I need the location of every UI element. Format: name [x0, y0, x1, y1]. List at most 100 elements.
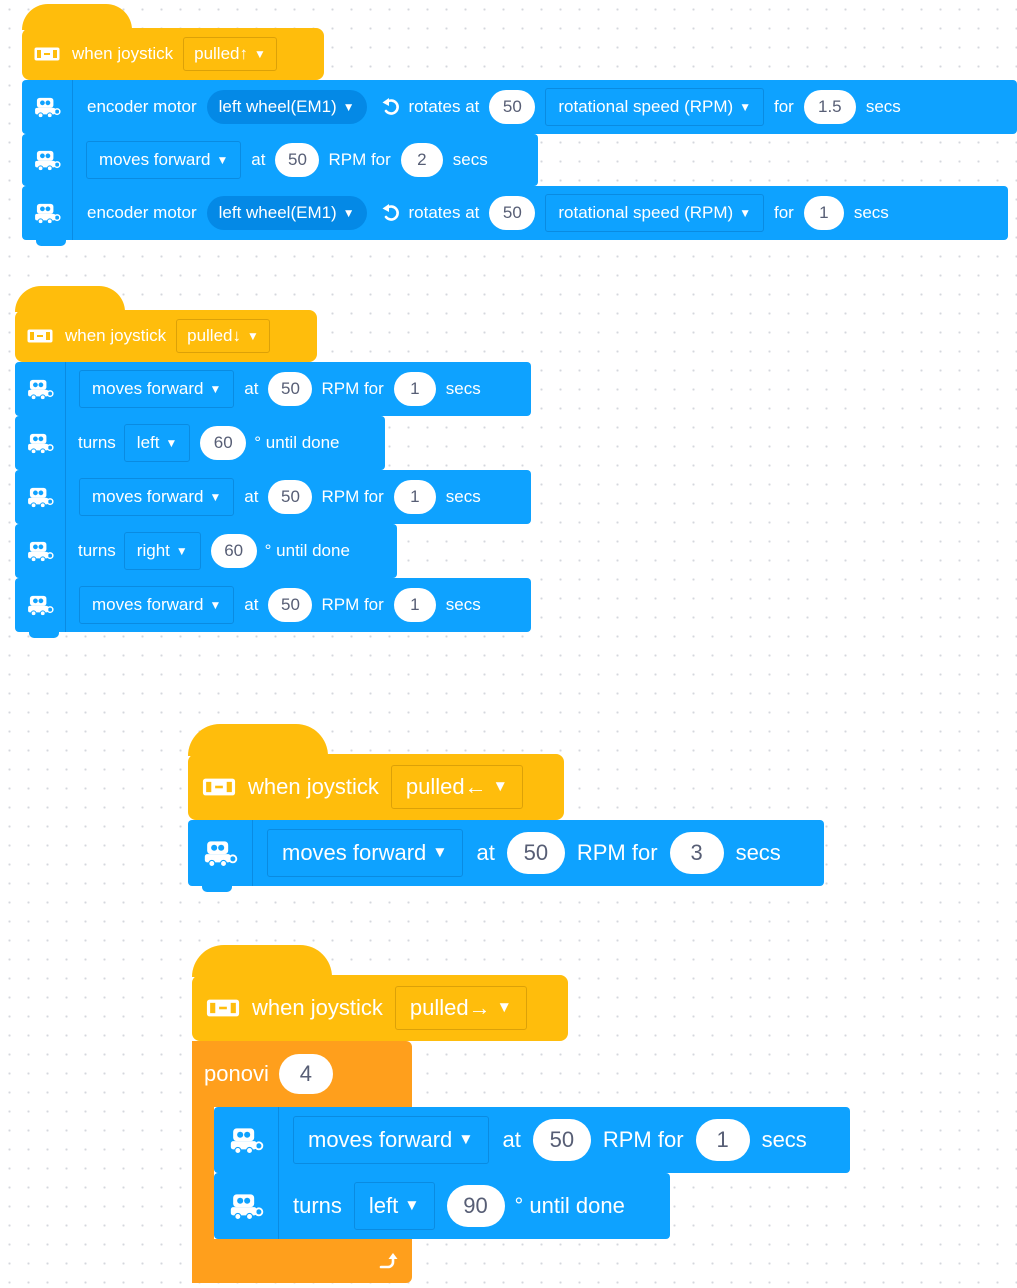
block-divider — [72, 134, 73, 186]
duration-input[interactable]: 1 — [393, 480, 436, 514]
joystick-icon — [27, 329, 53, 343]
rpm-for-label: RPM for — [321, 379, 384, 398]
motor-dropdown[interactable]: left wheel(EM1) ▼ — [206, 90, 367, 124]
chevron-down-icon: ▼ — [739, 100, 751, 114]
chevron-down-icon: ▼ — [253, 47, 266, 61]
move-direction-dropdown[interactable]: moves forward ▼ — [79, 370, 235, 408]
rpm-for-label: RPM for — [321, 487, 384, 506]
turns-label: turns — [293, 1193, 342, 1218]
chevron-down-icon: ▼ — [458, 1131, 474, 1148]
chevron-down-icon: ▼ — [209, 598, 222, 612]
duration-input[interactable]: 2 — [400, 143, 443, 177]
direction-dropdown[interactable]: pulled↑ ▼ — [183, 37, 277, 71]
speed-input[interactable]: 50 — [268, 480, 313, 514]
until-done-label: ° until done — [254, 433, 340, 452]
angle-input[interactable]: 90 — [446, 1185, 505, 1227]
move-forward-block[interactable]: moves forward ▼ at 50 RPM for 2 secs — [22, 134, 538, 192]
hat-block-joystick-down[interactable]: when joystick pulled↓ ▼ — [15, 286, 317, 362]
rpm-for-label: RPM for — [602, 1127, 684, 1152]
secs-label: secs — [445, 595, 481, 614]
move-direction-dropdown[interactable]: moves forward ▼ — [267, 829, 463, 877]
encoder-motor-label: encoder motor — [87, 203, 197, 222]
angle-input[interactable]: 60 — [200, 426, 247, 460]
robot-icon — [22, 134, 72, 186]
duration-input[interactable]: 3 — [669, 832, 724, 874]
chevron-down-icon: ▼ — [342, 100, 355, 114]
secs-label: secs — [445, 379, 481, 398]
hat-label: when joystick — [65, 326, 167, 345]
speed-input[interactable]: 50 — [506, 832, 565, 874]
robot-icon — [22, 186, 72, 240]
duration-input[interactable]: 1.5 — [803, 90, 856, 124]
at-label: at — [476, 840, 495, 865]
duration-input[interactable]: 1 — [695, 1119, 750, 1161]
block-divider — [65, 362, 66, 416]
unit-dropdown[interactable]: rotational speed (RPM) ▼ — [545, 194, 764, 232]
hat-block-joystick-up[interactable]: .s1h::before{top:-16px;height:18px;} whe… — [22, 4, 324, 80]
angle-input[interactable]: 60 — [210, 534, 257, 568]
move-direction-dropdown[interactable]: moves forward ▼ — [86, 141, 242, 179]
repeat-header[interactable]: ponovi 4 — [192, 1041, 412, 1107]
move-direction-dropdown[interactable]: moves forward ▼ — [79, 478, 235, 516]
motor-dropdown[interactable]: left wheel(EM1) ▼ — [206, 196, 367, 230]
chevron-down-icon: ▼ — [404, 1197, 420, 1214]
move-direction-dropdown[interactable]: moves forward ▼ — [79, 586, 235, 624]
move-forward-block[interactable]: moves forward ▼ at 50 RPM for 1 secs — [15, 362, 531, 422]
script-joystick-right: when joystick pulled→ ▼ ponovi 4 moves fo… — [192, 945, 852, 1283]
unit-value: rotational speed (RPM) — [558, 97, 734, 116]
duration-input[interactable]: 1 — [803, 196, 844, 230]
speed-input[interactable]: 50 — [268, 372, 313, 406]
rpm-for-label: RPM for — [576, 840, 658, 865]
secs-label: secs — [445, 487, 481, 506]
move-direction-dropdown[interactable]: moves forward ▼ — [293, 1116, 489, 1164]
turn-block[interactable]: turns right ▼ 60 ° until done — [15, 524, 397, 584]
block-divider — [65, 524, 66, 578]
at-label: at — [251, 150, 266, 169]
duration-input[interactable]: 1 — [393, 588, 436, 622]
robot-icon — [214, 1107, 278, 1173]
joystick-icon — [206, 999, 240, 1017]
duration-input[interactable]: 1 — [393, 372, 436, 406]
move-direction-value: moves forward — [92, 379, 204, 398]
hat-block-joystick-right[interactable]: when joystick pulled→ ▼ — [192, 945, 568, 1041]
rotates-at-label: rotates at — [408, 203, 480, 222]
counterclockwise-arrow-icon — [381, 97, 401, 117]
turn-side-dropdown[interactable]: left ▼ — [353, 1182, 435, 1230]
repeat-arm — [192, 1107, 214, 1239]
unit-dropdown[interactable]: rotational speed (RPM) ▼ — [545, 88, 764, 126]
turn-side-dropdown[interactable]: right ▼ — [123, 532, 201, 570]
direction-dropdown[interactable]: pulled↓ ▼ — [176, 319, 270, 353]
turn-block[interactable]: turns left ▼ 60 ° until done — [15, 416, 385, 476]
move-forward-block[interactable]: moves forward ▼ at 50 RPM for 3 secs — [188, 820, 824, 892]
move-direction-value: moves forward — [92, 487, 204, 506]
block-divider — [278, 1173, 279, 1239]
speed-input[interactable]: 50 — [489, 90, 536, 124]
speed-input[interactable]: 50 — [489, 196, 536, 230]
robot-icon — [22, 80, 72, 134]
hat-block-joystick-left[interactable]: when joystick pulled← ▼ — [188, 724, 564, 820]
direction-dropdown[interactable]: pulled← ▼ — [390, 765, 523, 809]
chevron-down-icon: ▼ — [165, 436, 178, 450]
chevron-down-icon: ▼ — [496, 999, 512, 1016]
move-forward-block[interactable]: moves forward ▼ at 50 RPM for 1 secs — [15, 578, 531, 638]
for-label: for — [773, 97, 794, 116]
move-direction-value: moves forward — [99, 150, 211, 169]
move-forward-block[interactable]: moves forward ▼ at 50 RPM for 1 secs — [15, 470, 531, 530]
direction-dropdown[interactable]: pulled→ ▼ — [394, 986, 527, 1030]
encoder-motor-block[interactable]: encoder motor left wheel(EM1) ▼ rotates a… — [22, 186, 1008, 246]
speed-input[interactable]: 50 — [268, 588, 313, 622]
robot-icon — [188, 820, 252, 886]
turn-side-dropdown[interactable]: left ▼ — [123, 424, 191, 462]
encoder-motor-block[interactable]: encoder motor left wheel(EM1) ▼ rotates a… — [22, 80, 1017, 140]
direction-value: pulled← — [405, 774, 487, 799]
turn-block[interactable]: turns left ▼ 90 ° until done — [214, 1173, 670, 1245]
robot-icon — [15, 524, 65, 578]
chevron-down-icon: ▼ — [209, 490, 222, 504]
secs-label: secs — [761, 1127, 807, 1152]
counterclockwise-arrow-icon — [381, 203, 401, 223]
speed-input[interactable]: 50 — [532, 1119, 591, 1161]
repeat-block[interactable]: ponovi 4 moves forward ▼ at 50 RPM for 1 … — [192, 1041, 852, 1283]
repeat-count-input[interactable]: 4 — [278, 1054, 333, 1094]
speed-input[interactable]: 50 — [275, 143, 320, 177]
move-forward-block[interactable]: moves forward ▼ at 50 RPM for 1 secs — [214, 1107, 850, 1179]
